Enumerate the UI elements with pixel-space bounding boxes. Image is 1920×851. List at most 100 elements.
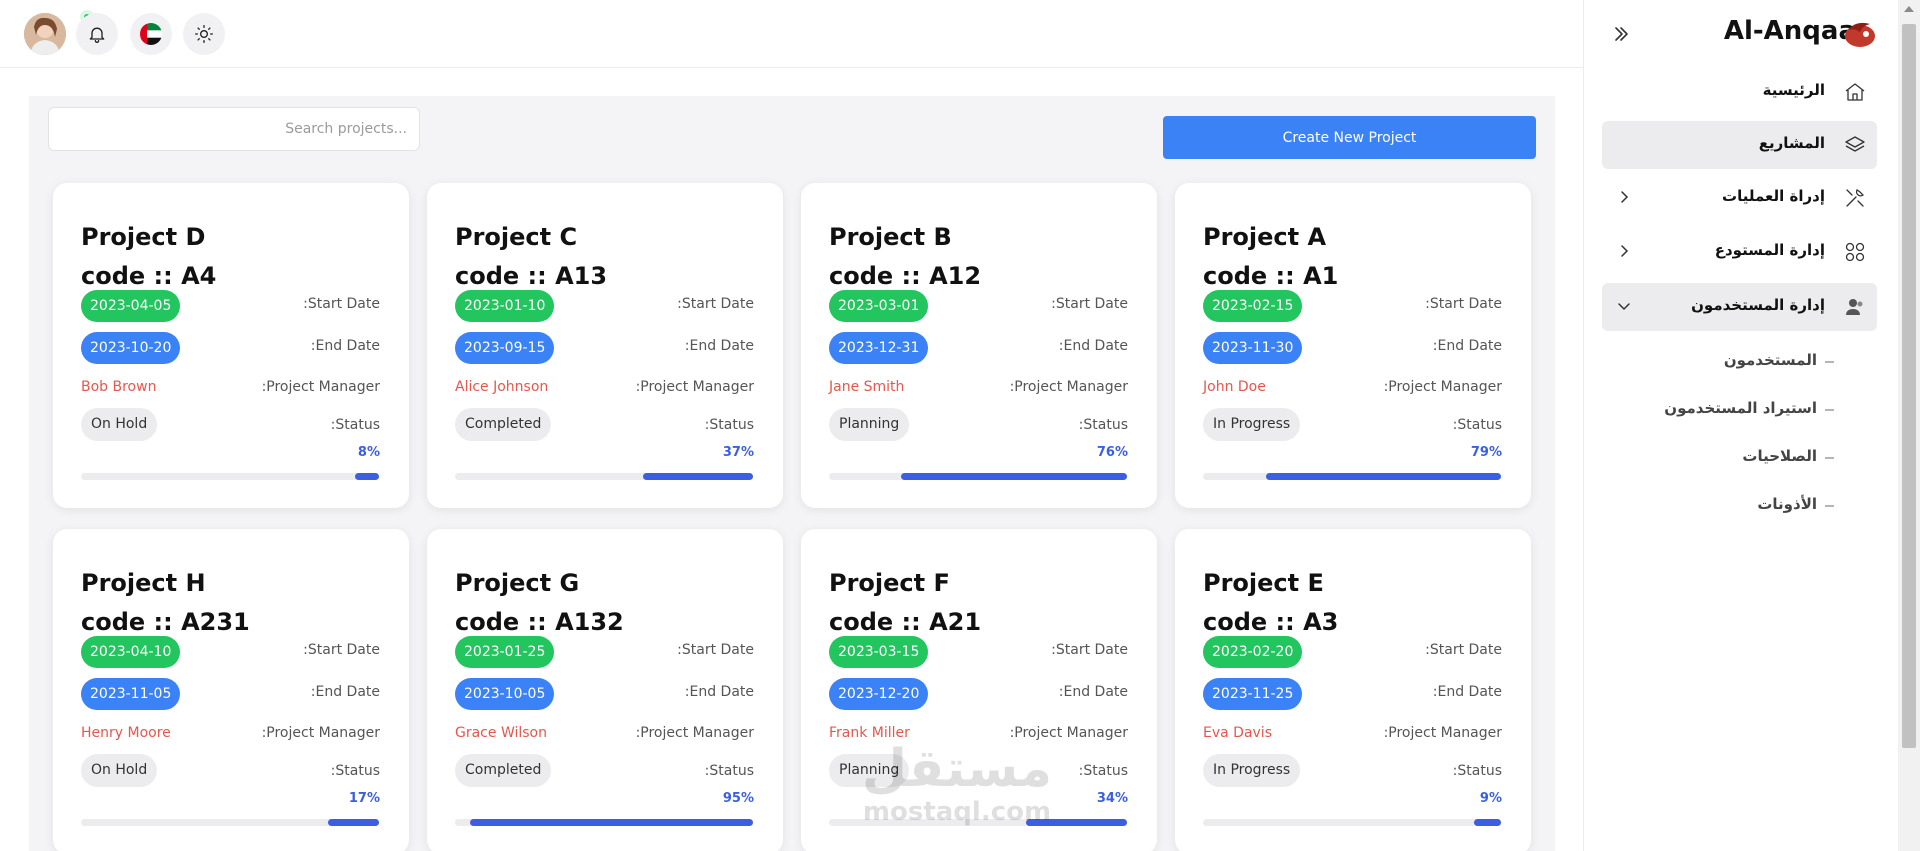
end-date-badge: 2023-11-25 — [1203, 678, 1303, 710]
sidebar-subitem-users[interactable]: المستخدمون — [1724, 351, 1817, 369]
start-date-label: :Start Date — [1051, 296, 1128, 312]
start-date-label: :Start Date — [303, 296, 380, 312]
progress-bar-fill — [1265, 473, 1501, 480]
progress-percent: 76% — [1096, 445, 1128, 460]
progress-bar-fill — [642, 473, 753, 480]
sidebar-item-label: إدارة المستخدمون — [1691, 296, 1825, 314]
user-avatar[interactable] — [24, 13, 66, 55]
sidebar-item-projects[interactable]: المشاريع — [1602, 121, 1877, 169]
theme-toggle-button[interactable] — [183, 13, 225, 55]
brand-name: Al-Anqaa — [1723, 16, 1856, 46]
language-button[interactable] — [130, 13, 172, 55]
status-label: :Status — [330, 417, 380, 433]
project-title: Project E — [1203, 569, 1324, 597]
sidebar-item-users[interactable]: إدارة المستخدمون — [1602, 283, 1877, 331]
project-card[interactable]: Project Bcode :: A12:Start Date 2023-03-0… — [801, 183, 1157, 508]
project-manager-label: :Project Manager — [1009, 379, 1128, 395]
project-manager-name: John Doe — [1203, 379, 1266, 395]
project-card[interactable]: Project Ecode :: A3:Start Date 2023-02-20… — [1175, 529, 1531, 851]
project-manager-name: Eva Davis — [1203, 725, 1272, 741]
progress-bar — [455, 819, 753, 826]
end-date-label: :End Date — [310, 684, 380, 700]
project-card[interactable]: Project Gcode :: A132:Start Date 2023-01-… — [427, 529, 783, 851]
start-date-label: :Start Date — [303, 642, 380, 658]
start-date-badge: 2023-02-20 — [1203, 636, 1303, 668]
project-card[interactable]: Project Ccode :: A13:Start Date 2023-01-1… — [427, 183, 783, 508]
progress-bar-fill — [469, 819, 753, 826]
sidebar-item-home[interactable]: الرئيسية — [1602, 68, 1877, 116]
project-title: Project F — [829, 569, 950, 597]
page-scrollbar[interactable] — [1898, 0, 1920, 851]
status-badge: In Progress — [1203, 754, 1301, 787]
start-date-label: :Start Date — [677, 296, 754, 312]
start-date-badge: 2023-03-15 — [829, 636, 929, 668]
status-badge: On Hold — [81, 408, 158, 441]
project-manager-name: Henry Moore — [81, 725, 171, 741]
sidebar-item-label: الرئيسية — [1762, 81, 1825, 99]
watermark-logo: مستقل mostaql.com — [862, 739, 1052, 827]
project-card[interactable]: Project Acode :: A1:Start Date 2023-02-15… — [1175, 183, 1531, 508]
progress-bar — [1203, 473, 1501, 480]
start-date-label: :Start Date — [677, 642, 754, 658]
sidebar-subitem-roles[interactable]: الصلاحيات — [1742, 447, 1817, 465]
status-label: :Status — [1452, 417, 1502, 433]
layers-icon — [1845, 136, 1865, 152]
progress-bar — [1203, 819, 1501, 826]
sun-icon — [195, 25, 213, 43]
notifications-button[interactable] — [76, 13, 118, 55]
project-title: Project D — [81, 223, 206, 251]
sidebar-item-label: إدراة العمليات — [1722, 187, 1825, 205]
collapse-sidebar-icon[interactable] — [1611, 24, 1631, 44]
chevron-down-icon — [1618, 303, 1630, 311]
project-card[interactable]: Project Hcode :: A231:Start Date 2023-04-… — [53, 529, 409, 851]
create-project-button[interactable]: Create New Project — [1163, 116, 1536, 159]
progress-bar-fill — [355, 473, 379, 480]
end-date-label: :End Date — [1058, 684, 1128, 700]
chevron-right-icon — [1621, 245, 1629, 257]
project-manager-label: :Project Manager — [261, 379, 380, 395]
start-date-badge: 2023-04-10 — [81, 636, 181, 668]
watermark-latin: mostaql.com — [863, 797, 1051, 827]
status-badge: Planning — [829, 408, 910, 441]
status-label: :Status — [1078, 763, 1128, 779]
users-icon — [1846, 299, 1863, 315]
progress-percent: 37% — [722, 445, 754, 460]
status-label: :Status — [330, 763, 380, 779]
status-badge: In Progress — [1203, 408, 1301, 441]
end-date-label: :End Date — [684, 684, 754, 700]
project-title: Project H — [81, 569, 206, 597]
progress-bar — [81, 473, 379, 480]
subitem-dash — [1825, 505, 1834, 507]
scrollbar-thumb[interactable] — [1902, 24, 1916, 748]
sidebar-item-operations[interactable]: إدراة العمليات — [1602, 174, 1877, 222]
progress-percent: 8% — [357, 445, 380, 460]
progress-bar — [455, 473, 753, 480]
end-date-badge: 2023-10-20 — [81, 332, 181, 364]
start-date-badge: 2023-01-25 — [455, 636, 555, 668]
progress-percent: 34% — [1096, 791, 1128, 806]
project-manager-name: Jane Smith — [829, 379, 905, 395]
subitem-dash — [1825, 409, 1834, 411]
project-manager-label: :Project Manager — [261, 725, 380, 741]
sidebar-subitem-import-users[interactable]: استيراد المستخدمون — [1664, 399, 1817, 417]
status-badge: Completed — [455, 754, 552, 787]
project-manager-name: Grace Wilson — [455, 725, 547, 741]
end-date-badge: 2023-10-05 — [455, 678, 555, 710]
subitem-dash — [1825, 457, 1834, 459]
sidebar-item-warehouse[interactable]: إدارة المستودع — [1602, 228, 1877, 276]
home-icon — [1845, 83, 1865, 101]
progress-percent: 79% — [1470, 445, 1502, 460]
bell-icon — [89, 27, 105, 43]
sidebar-subitem-permissions[interactable]: الأذونات — [1757, 495, 1817, 513]
top-header — [0, 0, 1583, 68]
progress-percent: 17% — [348, 791, 380, 806]
search-input[interactable] — [48, 107, 420, 151]
project-manager-label: :Project Manager — [1383, 725, 1502, 741]
scroll-up-arrow-icon[interactable] — [1904, 6, 1914, 12]
project-card[interactable]: Project Dcode :: A4:Start Date 2023-04-05… — [53, 183, 409, 508]
end-date-badge: 2023-09-15 — [455, 332, 555, 364]
status-badge: Completed — [455, 408, 552, 441]
grid-icon — [1845, 242, 1865, 262]
progress-percent: 95% — [722, 791, 754, 806]
sidebar-item-label: إدارة المستودع — [1714, 241, 1825, 259]
